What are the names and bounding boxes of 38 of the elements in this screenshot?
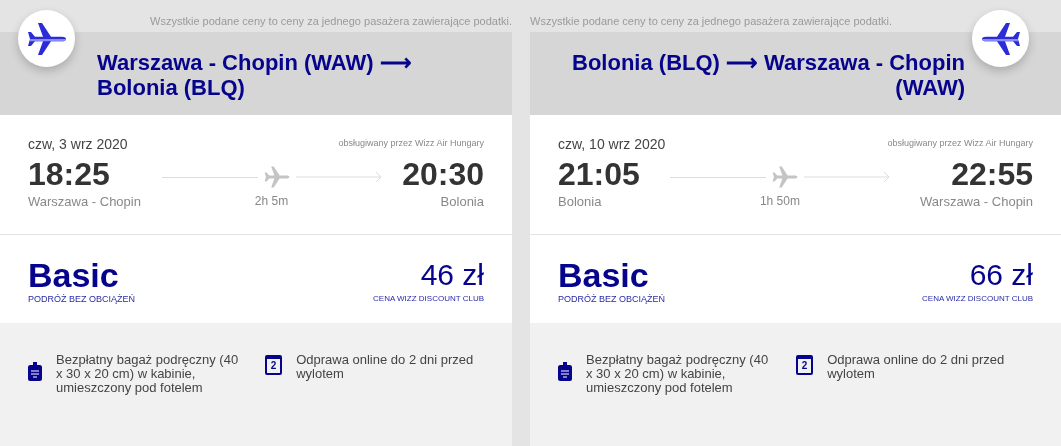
operator-text: obsługiwany przez Wizz Air Hungary <box>338 137 484 149</box>
route-title: Warszawa - Chopin (WAW) ⟶ Bolonia (BLQ) <box>97 50 413 100</box>
backpack-icon <box>28 361 42 381</box>
departure-airport: Warszawa - Chopin <box>28 193 141 211</box>
arrival-airport: Warszawa - Chopin <box>920 193 1033 211</box>
price-notice: Wszystkie podane ceny to ceny za jednego pasażera zawierające podatki. <box>530 14 893 29</box>
arrival-time: 22:55 <box>951 155 1033 193</box>
flight-date: czw, 3 wrz 2020 <box>28 135 128 153</box>
departure-time: 21:05 <box>558 155 640 193</box>
fare-name: Basic <box>28 257 120 293</box>
flight-duration: 1h 50m <box>759 193 800 209</box>
route-title: Bolonia (BLQ) ⟶ Warszawa - Chopin (WAW) <box>571 50 965 100</box>
operator-text: obsługiwany przez Wizz Air Hungary <box>887 137 1033 149</box>
departure-time: 18:25 <box>28 155 111 193</box>
flight-duration: 2h 5m <box>254 193 289 209</box>
departure-airport: Bolonia <box>558 193 603 211</box>
fare-price: 46 zł <box>420 257 484 293</box>
perk-text: Odprawa online do 2 dni przed wylotem <box>827 353 1006 381</box>
perk-text: Bezpłatny bagaż podręczny (40 x 30 x 20 cm) w kabinie, umieszczony pod fotelem <box>586 353 770 395</box>
calendar-icon: 2 <box>265 355 283 375</box>
flight-date: czw, 10 wrz 2020 <box>558 135 666 153</box>
price-notice: Wszystkie podane ceny to ceny za jednego pasażera zawierające podatki. <box>149 14 512 29</box>
airplane-icon <box>771 165 798 189</box>
fare-price: 66 zł <box>969 257 1033 293</box>
backpack-icon <box>558 361 572 381</box>
perk-text: Bezpłatny bagaż podręczny (40 x 30 x 20 cm) w kabinie, umieszczony pod fotelem <box>56 353 240 395</box>
arrival-airport: Bolonia <box>440 193 484 211</box>
fare-subtitle: PODRÓŻ BEZ OBCIĄŻEŃ <box>558 293 665 305</box>
perk-text: Odprawa online do 2 dni przed wylotem <box>296 353 475 381</box>
fare-name: Basic <box>558 257 650 293</box>
airplane-icon <box>263 165 290 189</box>
price-note: CENA WIZZ DISCOUNT CLUB <box>922 293 1033 305</box>
price-note: CENA WIZZ DISCOUNT CLUB <box>373 293 484 305</box>
arrival-time: 20:30 <box>402 155 484 193</box>
calendar-icon: 2 <box>796 355 814 375</box>
airplane-icon <box>980 21 1021 56</box>
fare-subtitle: PODRÓŻ BEZ OBCIĄŻEŃ <box>28 293 135 305</box>
airplane-icon <box>26 21 67 56</box>
